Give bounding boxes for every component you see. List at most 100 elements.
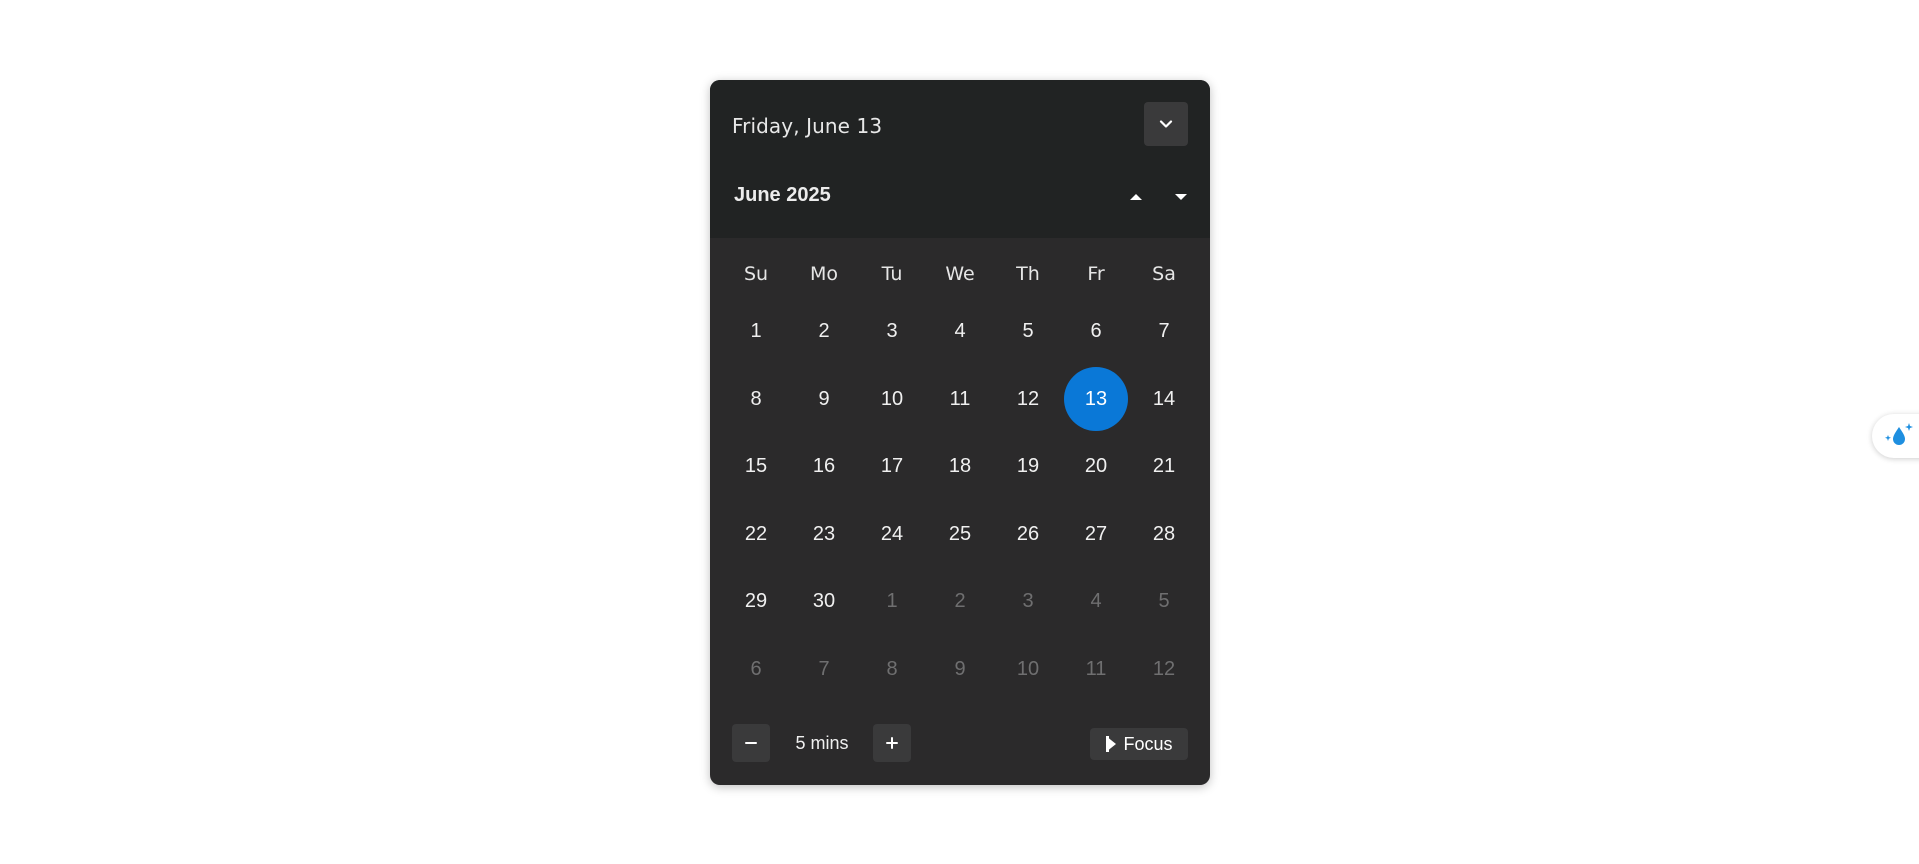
calendar-day[interactable]: 12 (994, 366, 1062, 434)
day-number: 9 (818, 387, 830, 410)
calendar-day[interactable]: 18 (926, 433, 994, 501)
weekday-label: Mo (809, 263, 839, 285)
calendar-day[interactable]: 10 (858, 366, 926, 434)
plus-icon (886, 737, 898, 749)
calendar-day[interactable]: 20 (1062, 433, 1130, 501)
side-assistant-widget[interactable] (1872, 414, 1919, 458)
day-number: 12 (1152, 657, 1176, 680)
day-number: 20 (1084, 455, 1108, 478)
day-number: 30 (812, 590, 836, 613)
day-number: 2 (954, 590, 966, 613)
collapse-calendar-button[interactable] (1144, 102, 1188, 146)
calendar-day-selected[interactable]: 13 (1062, 366, 1130, 434)
calendar-day[interactable]: 25 (926, 501, 994, 569)
day-number: 7 (818, 657, 830, 680)
calendar-day[interactable]: 14 (1130, 366, 1198, 434)
day-number: 3 (886, 320, 898, 343)
calendar-day[interactable]: 7 (1130, 298, 1198, 366)
day-number: 17 (880, 455, 904, 478)
day-number: 9 (954, 657, 966, 680)
day-number: 19 (1016, 455, 1040, 478)
calendar-day[interactable]: 9 (790, 366, 858, 434)
calendar-day[interactable]: 5 (994, 298, 1062, 366)
calendar-flyout: Friday, June 13 June 2025 Su Mo Tu We Th… (710, 80, 1210, 785)
calendar-day-adjacent-month[interactable]: 9 (926, 636, 994, 704)
calendar-day-adjacent-month[interactable]: 7 (790, 636, 858, 704)
decrease-duration-button[interactable] (732, 724, 770, 762)
day-number: 25 (948, 522, 972, 545)
previous-month-button[interactable] (1123, 184, 1149, 210)
day-number: 1 (886, 590, 898, 613)
weekday-label: Fr (1087, 263, 1105, 285)
calendar-day[interactable]: 19 (994, 433, 1062, 501)
calendar-day[interactable]: 16 (790, 433, 858, 501)
minus-icon (745, 742, 757, 744)
day-number: 4 (1090, 590, 1102, 613)
calendar-day[interactable]: 17 (858, 433, 926, 501)
calendar-day[interactable]: 28 (1130, 501, 1198, 569)
calendar-day[interactable]: 1 (722, 298, 790, 366)
calendar-day[interactable]: 6 (1062, 298, 1130, 366)
calendar-day-adjacent-month[interactable]: 6 (722, 636, 790, 704)
day-number: 10 (880, 387, 904, 410)
weekday-label: Tu (881, 263, 903, 285)
triangle-down-icon (1175, 194, 1187, 200)
calendar-day-adjacent-month[interactable]: 2 (926, 568, 994, 636)
calendar-day[interactable]: 24 (858, 501, 926, 569)
day-number: 1 (750, 320, 762, 343)
month-year-title[interactable]: June 2025 (734, 184, 831, 207)
calendar-day-adjacent-month[interactable]: 5 (1130, 568, 1198, 636)
next-month-button[interactable] (1168, 184, 1194, 210)
day-number: 28 (1152, 522, 1176, 545)
play-half-icon (1106, 736, 1117, 752)
calendar-day[interactable]: 2 (790, 298, 858, 366)
calendar-day-adjacent-month[interactable]: 4 (1062, 568, 1130, 636)
current-date-label[interactable]: Friday, June 13 (732, 110, 882, 142)
day-number: 16 (812, 455, 836, 478)
calendar-day-adjacent-month[interactable]: 12 (1130, 636, 1198, 704)
day-number: 15 (744, 455, 768, 478)
calendar-day-adjacent-month[interactable]: 1 (858, 568, 926, 636)
day-number: 6 (750, 657, 762, 680)
calendar-header: Friday, June 13 June 2025 (710, 80, 1210, 238)
calendar-day[interactable]: 15 (722, 433, 790, 501)
calendar-day-grid: 1 2 3 4 5 6 7 8 9 10 11 12 13 14 15 16 17 18 19 20 21 22 23 24 2… (722, 298, 1198, 703)
weekday-label: Su (743, 263, 769, 285)
focus-session-bar: 5 mins Focus (710, 720, 1210, 764)
calendar-day-adjacent-month[interactable]: 3 (994, 568, 1062, 636)
day-number: 4 (954, 320, 966, 343)
day-number: 11 (949, 387, 971, 410)
day-number: 23 (812, 522, 836, 545)
calendar-day[interactable]: 3 (858, 298, 926, 366)
day-number: 8 (750, 387, 762, 410)
calendar-day[interactable]: 11 (926, 366, 994, 434)
calendar-day[interactable]: 8 (722, 366, 790, 434)
triangle-up-icon (1130, 194, 1142, 200)
calendar-day[interactable]: 27 (1062, 501, 1130, 569)
calendar-day[interactable]: 26 (994, 501, 1062, 569)
day-number: 14 (1152, 387, 1176, 410)
weekday-header-row: Su Mo Tu We Th Fr Sa (722, 258, 1198, 290)
day-number: 24 (880, 522, 904, 545)
increase-duration-button[interactable] (873, 724, 911, 762)
calendar-day[interactable]: 4 (926, 298, 994, 366)
calendar-day[interactable]: 21 (1130, 433, 1198, 501)
calendar-day-adjacent-month[interactable]: 8 (858, 636, 926, 704)
day-number: 11 (1085, 657, 1107, 680)
day-number: 18 (948, 455, 972, 478)
calendar-day[interactable]: 30 (790, 568, 858, 636)
chevron-down-icon (1159, 120, 1173, 128)
calendar-day[interactable]: 23 (790, 501, 858, 569)
day-number: 29 (744, 590, 768, 613)
day-number: 13 (1064, 367, 1128, 432)
start-focus-button[interactable]: Focus (1090, 728, 1188, 760)
day-number: 10 (1016, 657, 1040, 680)
day-number: 12 (1016, 387, 1040, 410)
day-number: 5 (1158, 590, 1170, 613)
calendar-day[interactable]: 22 (722, 501, 790, 569)
weekday-label: Sa (1152, 263, 1176, 285)
calendar-day-adjacent-month[interactable]: 10 (994, 636, 1062, 704)
calendar-day[interactable]: 29 (722, 568, 790, 636)
calendar-day-adjacent-month[interactable]: 11 (1062, 636, 1130, 704)
day-number: 26 (1016, 522, 1040, 545)
